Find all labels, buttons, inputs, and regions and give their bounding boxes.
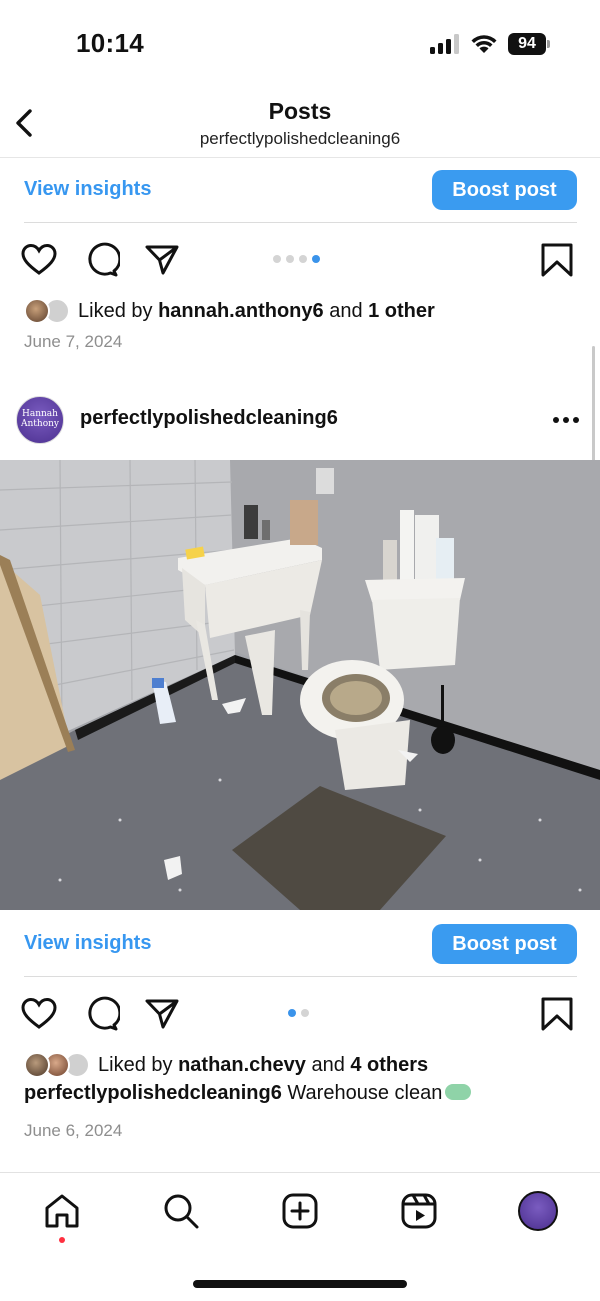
battery-icon: 94 [508, 33, 546, 55]
comment-icon[interactable] [82, 242, 120, 278]
notification-dot [59, 1237, 65, 1243]
carousel-dot-active [288, 1009, 296, 1017]
liked-by-text: Liked by nathan.chevy and 4 others [98, 1054, 429, 1076]
create-post-icon[interactable] [280, 1191, 320, 1231]
liker-avatar [24, 1052, 50, 1078]
save-bookmark-icon[interactable] [538, 242, 576, 278]
carousel-dot-active [312, 255, 320, 263]
post-caption: perfectlypolishedcleaning6 Warehouse cle… [24, 1082, 472, 1105]
likes-others[interactable]: 4 others [350, 1054, 428, 1076]
post-author-avatar[interactable]: Hannah Anthony [16, 396, 64, 444]
like-heart-icon[interactable] [20, 996, 58, 1032]
post-photo[interactable] [0, 460, 600, 910]
liked-by-row-prev[interactable]: Liked by hannah.anthony6 and 1 other [24, 298, 584, 328]
insights-row: View insights Boost post [24, 924, 577, 977]
page-title: Posts [268, 98, 332, 124]
carousel-dot [301, 1009, 309, 1017]
share-send-icon[interactable] [143, 996, 181, 1032]
bottom-nav [0, 1172, 600, 1252]
liker-username[interactable]: nathan.chevy [178, 1054, 306, 1076]
page-subtitle: perfectlypolishedcleaning6 [199, 129, 401, 148]
caption-text: Warehouse clean [281, 1082, 443, 1104]
view-insights-link[interactable]: View insights [24, 178, 151, 201]
carousel-indicator [273, 255, 325, 265]
more-options-icon[interactable] [552, 416, 580, 424]
boost-post-button[interactable]: Boost post [432, 170, 577, 210]
post-header: Hannah Anthony perfectlypolishedcleaning… [0, 392, 600, 448]
battery-cap [547, 40, 550, 48]
bathroom-photo [0, 460, 600, 910]
carousel-dot [273, 255, 281, 263]
profile-avatar[interactable] [518, 1191, 558, 1231]
post-date: June 7, 2024 [24, 332, 123, 351]
carousel-dot [286, 255, 294, 263]
action-row-prev [0, 238, 600, 282]
liker-avatar [24, 298, 50, 324]
comment-icon[interactable] [82, 996, 120, 1032]
share-send-icon[interactable] [143, 242, 181, 278]
insights-row-prev: View insights Boost post [24, 170, 577, 223]
home-icon[interactable] [42, 1191, 82, 1231]
like-heart-icon[interactable] [20, 242, 58, 278]
liked-by-row[interactable]: Liked by nathan.chevy and 4 others [24, 1052, 584, 1082]
caption-username[interactable]: perfectlypolishedcleaning6 [24, 1082, 282, 1104]
view-insights-link[interactable]: View insights [24, 932, 151, 955]
liker-username[interactable]: hannah.anthony6 [158, 300, 324, 322]
action-row [0, 992, 600, 1036]
boost-post-button[interactable]: Boost post [432, 924, 577, 964]
signal-icon [430, 34, 460, 54]
wifi-icon [471, 35, 497, 53]
carousel-indicator [288, 1009, 314, 1019]
page-header: Posts perfectlypolishedcleaning6 [0, 90, 600, 158]
status-bar: 10:14 94 [0, 0, 600, 90]
save-bookmark-icon[interactable] [538, 996, 576, 1032]
post-username[interactable]: perfectlypolishedcleaning6 [80, 407, 338, 430]
reels-icon[interactable] [399, 1191, 439, 1231]
carousel-dot [299, 255, 307, 263]
search-icon[interactable] [161, 1191, 201, 1231]
soap-emoji-icon [445, 1084, 472, 1100]
likes-others[interactable]: 1 other [368, 300, 435, 322]
post-date: June 6, 2024 [24, 1121, 123, 1140]
status-time: 10:14 [76, 28, 144, 58]
liked-by-text: Liked by hannah.anthony6 and 1 other [78, 300, 435, 322]
home-indicator [193, 1280, 407, 1288]
